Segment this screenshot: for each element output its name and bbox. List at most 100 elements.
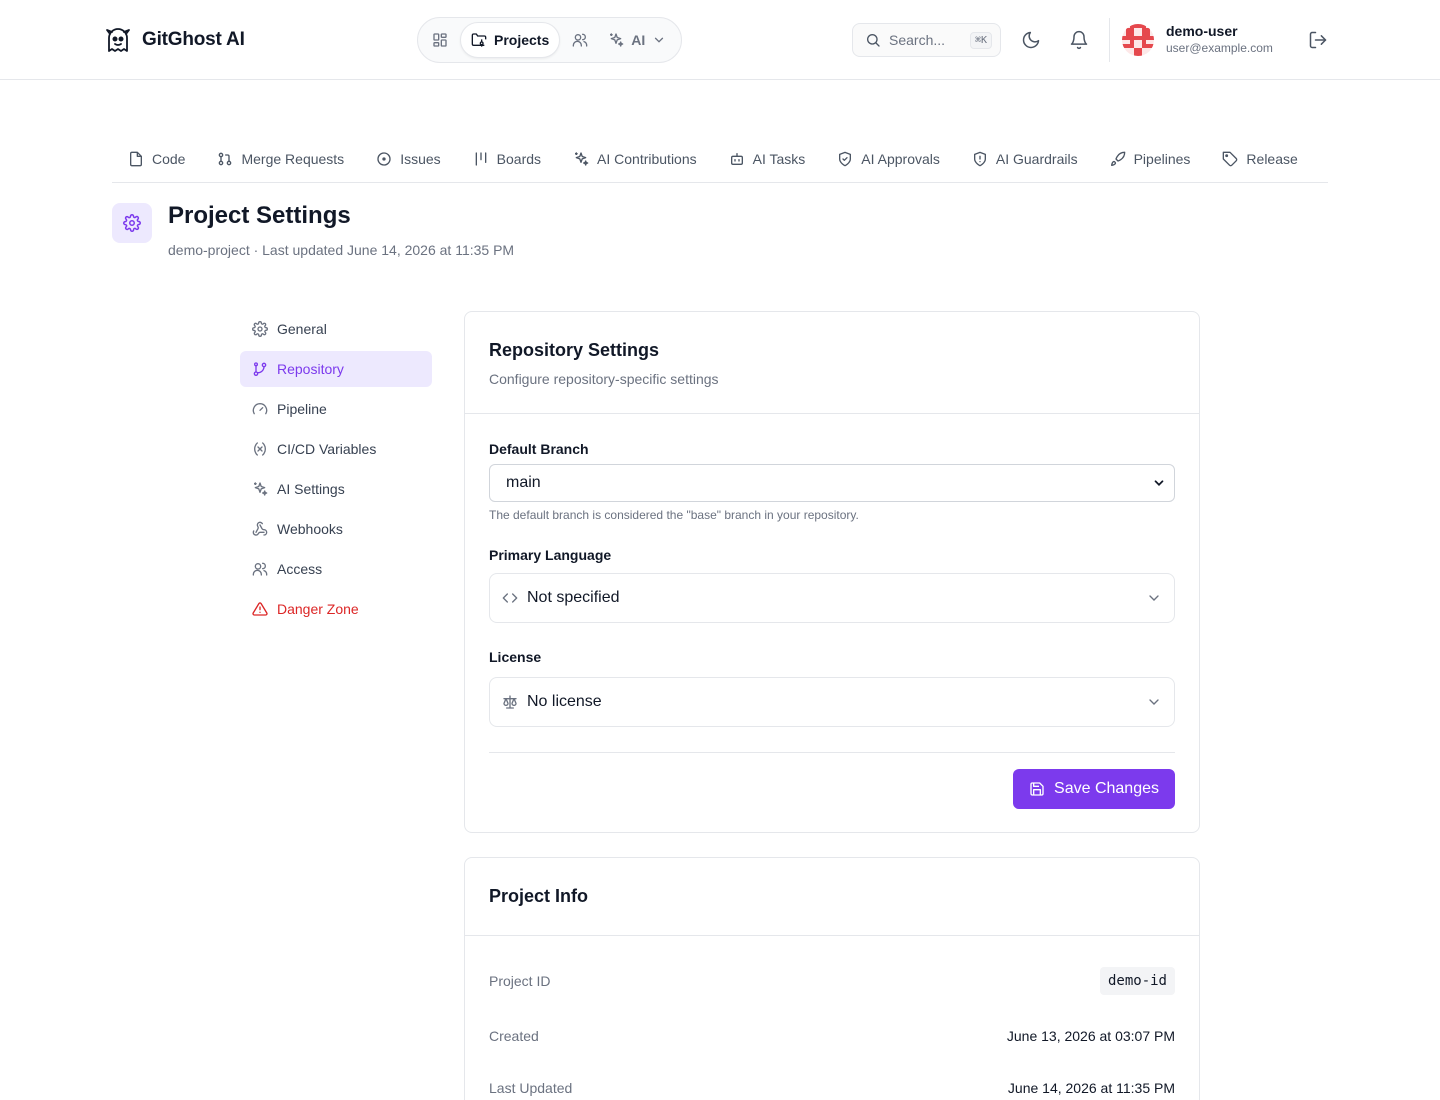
layout-grid-icon xyxy=(432,32,448,48)
tab-merge-requests[interactable]: Merge Requests xyxy=(201,140,360,178)
theme-toggle-button[interactable] xyxy=(1019,28,1043,52)
kanban-icon xyxy=(473,151,489,167)
webhook-icon xyxy=(252,521,268,537)
sidebar-item-ai-settings[interactable]: AI Settings xyxy=(240,471,432,507)
tab-boards[interactable]: Boards xyxy=(457,140,557,178)
repository-settings-card: Repository Settings Configure repository… xyxy=(464,311,1200,833)
page-title: Project Settings xyxy=(168,202,351,229)
save-changes-button[interactable]: Save Changes xyxy=(1013,769,1175,809)
tab-label: Boards xyxy=(496,151,542,167)
warning-triangle-icon xyxy=(252,601,268,617)
tab-ai-guardrails[interactable]: AI Guardrails xyxy=(956,140,1094,178)
info-row-created: Created June 13, 2026 at 03:07 PM xyxy=(489,1028,1175,1044)
top-navbar: GitGhost AI Projects AI Search... ⌘K dem… xyxy=(0,0,1440,80)
primary-language-select[interactable]: Not specified xyxy=(489,573,1175,623)
last-updated-value: June 14, 2026 at 11:35 PM xyxy=(1007,1080,1175,1096)
license-value: No license xyxy=(527,693,602,710)
save-icon xyxy=(1029,781,1045,797)
tab-ai-approvals[interactable]: AI Approvals xyxy=(821,140,956,178)
sidebar-item-danger-zone[interactable]: Danger Zone xyxy=(240,591,432,627)
project-id-value: demo-id xyxy=(1099,967,1175,995)
sidebar-item-access[interactable]: Access xyxy=(240,551,432,587)
tab-issues[interactable]: Issues xyxy=(360,140,456,178)
search-icon xyxy=(865,32,881,48)
brand[interactable]: GitGhost AI xyxy=(104,26,245,54)
default-branch-help: The default branch is considered the "ba… xyxy=(489,508,859,522)
shield-check-icon xyxy=(837,151,853,167)
notifications-button[interactable] xyxy=(1067,28,1091,52)
sidebar-item-label: General xyxy=(277,321,327,337)
card-title: Repository Settings xyxy=(489,340,660,360)
sidebar-item-pipeline[interactable]: Pipeline xyxy=(240,391,432,427)
sidebar-item-label: Repository xyxy=(277,361,344,377)
main-nav: Projects AI xyxy=(417,17,682,63)
tab-ai-contributions[interactable]: AI Contributions xyxy=(557,140,713,178)
tab-pipelines[interactable]: Pipelines xyxy=(1094,140,1207,178)
search-placeholder: Search... xyxy=(889,32,946,48)
page-header: Project Settings demo-project · Last upd… xyxy=(112,202,515,258)
user-menu[interactable]: demo-user user@example.com xyxy=(1122,23,1273,56)
tab-label: Pipelines xyxy=(1133,151,1191,167)
chevron-down-icon xyxy=(1146,590,1162,606)
sidebar-item-cicd-variables[interactable]: CI/CD Variables xyxy=(240,431,432,467)
tab-code[interactable]: Code xyxy=(112,140,201,178)
tab-label: AI Tasks xyxy=(752,151,806,167)
created-value: June 13, 2026 at 03:07 PM xyxy=(1006,1028,1175,1044)
info-label: Created xyxy=(489,1028,539,1044)
dashboard-nav-button[interactable] xyxy=(422,22,458,58)
gauge-icon xyxy=(252,401,268,417)
tab-label: Code xyxy=(152,151,186,167)
sidebar-item-label: Webhooks xyxy=(277,521,343,537)
user-name: demo-user xyxy=(1166,23,1238,39)
code-icon xyxy=(502,590,518,606)
info-label: Last Updated xyxy=(489,1080,573,1096)
info-row-project-id: Project ID demo-id xyxy=(489,967,1175,995)
ai-nav-dropdown[interactable]: AI xyxy=(600,22,674,58)
users-icon xyxy=(252,561,268,577)
file-icon xyxy=(128,151,144,167)
scale-icon xyxy=(502,694,518,710)
card-header: Repository Settings Configure repository… xyxy=(465,312,1199,414)
sidebar-item-repository[interactable]: Repository xyxy=(240,351,432,387)
info-row-last-updated: Last Updated June 14, 2026 at 11:35 PM xyxy=(489,1080,1175,1096)
tab-label: AI Contributions xyxy=(597,151,697,167)
users-icon xyxy=(572,32,588,48)
sparkles-icon xyxy=(252,481,268,497)
form-divider xyxy=(489,752,1175,753)
chevron-down-icon xyxy=(1146,694,1162,710)
git-pull-request-icon xyxy=(217,151,233,167)
gear-icon xyxy=(112,203,152,243)
default-branch-value: main xyxy=(506,474,541,491)
tab-label: AI Approvals xyxy=(861,151,940,167)
users-nav-button[interactable] xyxy=(562,22,598,58)
moon-icon xyxy=(1021,30,1041,50)
tab-release[interactable]: Release xyxy=(1206,140,1313,178)
sidebar-item-webhooks[interactable]: Webhooks xyxy=(240,511,432,547)
avatar xyxy=(1122,23,1154,56)
search-input[interactable]: Search... ⌘K xyxy=(852,23,1001,57)
license-select[interactable]: No license xyxy=(489,677,1175,727)
logout-button[interactable] xyxy=(1306,28,1330,52)
projects-nav-button[interactable]: Projects xyxy=(460,22,561,58)
brand-name: GitGhost AI xyxy=(142,29,245,50)
page-subtitle: demo-project · Last updated June 14, 202… xyxy=(168,242,515,258)
sparkles-icon xyxy=(573,151,589,167)
sparkles-icon xyxy=(608,32,624,48)
sidebar-item-general[interactable]: General xyxy=(240,311,432,347)
tab-ai-tasks[interactable]: AI Tasks xyxy=(713,140,822,178)
ai-nav-label: AI xyxy=(631,32,646,48)
license-label: License xyxy=(489,649,542,665)
tab-label: Issues xyxy=(400,151,441,167)
folder-git-icon xyxy=(471,32,487,48)
bot-icon xyxy=(729,151,745,167)
rocket-icon xyxy=(1110,151,1126,167)
default-branch-select[interactable]: main xyxy=(489,464,1175,502)
info-label: Project ID xyxy=(489,973,551,989)
default-branch-label: Default Branch xyxy=(489,441,589,457)
chevron-down-icon xyxy=(652,33,666,47)
chevron-down-icon xyxy=(1152,476,1166,490)
primary-language-value: Not specified xyxy=(527,589,620,606)
logout-icon xyxy=(1308,30,1328,50)
project-info-card: Project Info Project ID demo-id Created … xyxy=(464,857,1200,1100)
shield-alert-icon xyxy=(972,151,988,167)
